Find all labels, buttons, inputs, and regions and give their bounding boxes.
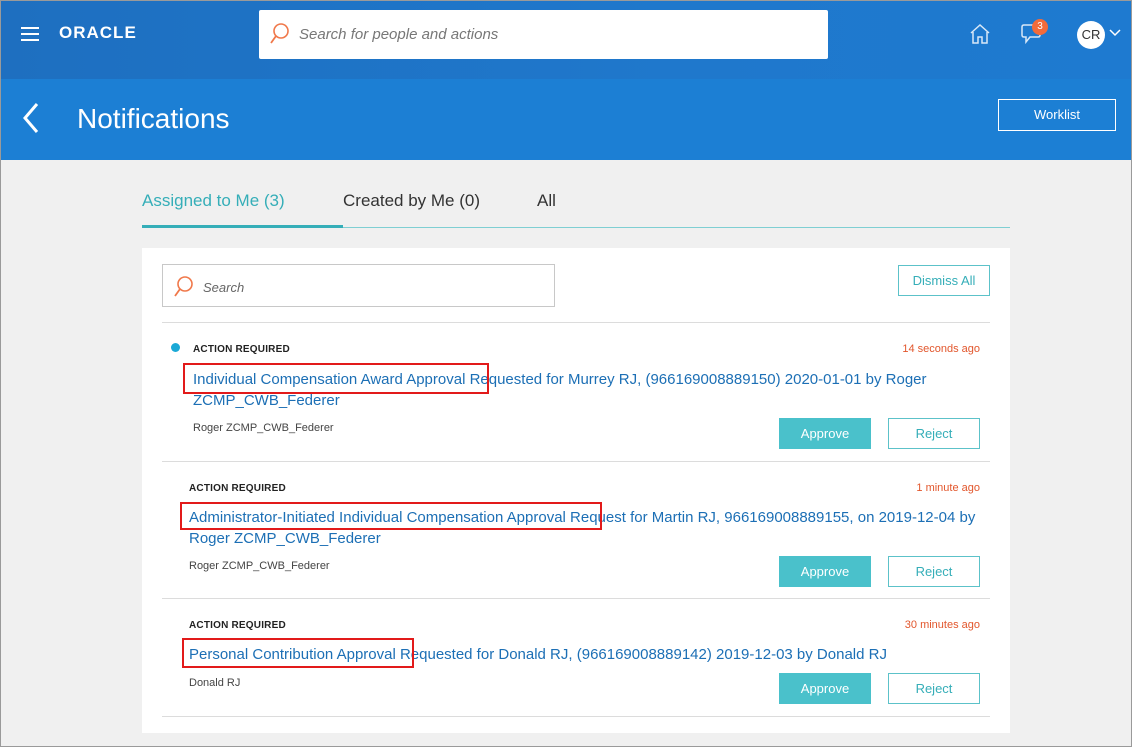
reject-button[interactable]: Reject bbox=[888, 673, 980, 704]
highlight-annotation bbox=[180, 502, 602, 530]
search-icon bbox=[174, 276, 193, 297]
tab-created-by-me[interactable]: Created by Me (0) bbox=[343, 191, 480, 211]
global-search-box[interactable] bbox=[259, 10, 828, 59]
sender-name: Roger ZCMP_CWB_Federer bbox=[189, 560, 330, 572]
approve-button[interactable]: Approve bbox=[779, 673, 871, 704]
status-label: ACTION REQUIRED bbox=[189, 483, 286, 494]
notification-item: ACTION REQUIRED 30 minutes ago Personal … bbox=[162, 598, 990, 716]
user-avatar[interactable]: CR bbox=[1077, 21, 1105, 49]
active-tab-indicator bbox=[142, 225, 343, 228]
chevron-down-icon[interactable] bbox=[1109, 29, 1121, 37]
dismiss-all-button[interactable]: Dismiss All bbox=[898, 265, 990, 296]
back-chevron-icon[interactable] bbox=[21, 101, 41, 135]
status-label: ACTION REQUIRED bbox=[193, 344, 290, 355]
global-search-input[interactable] bbox=[299, 22, 799, 46]
page-title: Notifications bbox=[77, 103, 230, 134]
notification-tabs: Assigned to Me (3) Created by Me (0) All bbox=[142, 183, 1010, 228]
worklist-button[interactable]: Worklist bbox=[998, 99, 1116, 131]
timestamp: 1 minute ago bbox=[916, 482, 980, 494]
tab-assigned-to-me[interactable]: Assigned to Me (3) bbox=[142, 191, 285, 211]
notification-count-badge: 3 bbox=[1032, 19, 1048, 35]
notification-details[interactable]: Requested for Donald RJ, (96616900888914… bbox=[396, 646, 887, 663]
approve-button[interactable]: Approve bbox=[779, 418, 871, 449]
notification-item: ACTION REQUIRED 14 seconds ago Individua… bbox=[162, 322, 990, 461]
unread-indicator bbox=[171, 343, 180, 352]
reject-button[interactable]: Reject bbox=[888, 556, 980, 587]
search-icon bbox=[270, 23, 289, 44]
timestamp: 14 seconds ago bbox=[902, 343, 980, 355]
tab-all[interactable]: All bbox=[537, 191, 556, 211]
notification-item: ACTION REQUIRED 1 minute ago Administrat… bbox=[162, 461, 990, 598]
approve-button[interactable]: Approve bbox=[779, 556, 871, 587]
reject-button[interactable]: Reject bbox=[888, 418, 980, 449]
notifications-panel: Dismiss All ACTION REQUIRED 14 seconds a… bbox=[142, 248, 1010, 733]
notification-search-input[interactable] bbox=[203, 277, 533, 297]
hamburger-menu-icon[interactable] bbox=[21, 27, 39, 41]
home-icon[interactable] bbox=[969, 23, 991, 45]
sender-name: Roger ZCMP_CWB_Federer bbox=[193, 422, 334, 434]
global-header: ORACLE 3 CR bbox=[1, 1, 1131, 79]
sender-name: Donald RJ bbox=[189, 677, 241, 689]
highlight-annotation bbox=[183, 363, 489, 394]
timestamp: 30 minutes ago bbox=[904, 619, 980, 631]
page-header: Notifications Worklist bbox=[1, 79, 1131, 160]
status-label: ACTION REQUIRED bbox=[189, 620, 286, 631]
notification-search-box[interactable] bbox=[162, 264, 555, 307]
divider bbox=[162, 716, 990, 717]
oracle-logo[interactable]: ORACLE bbox=[59, 23, 137, 43]
highlight-annotation bbox=[182, 638, 414, 668]
